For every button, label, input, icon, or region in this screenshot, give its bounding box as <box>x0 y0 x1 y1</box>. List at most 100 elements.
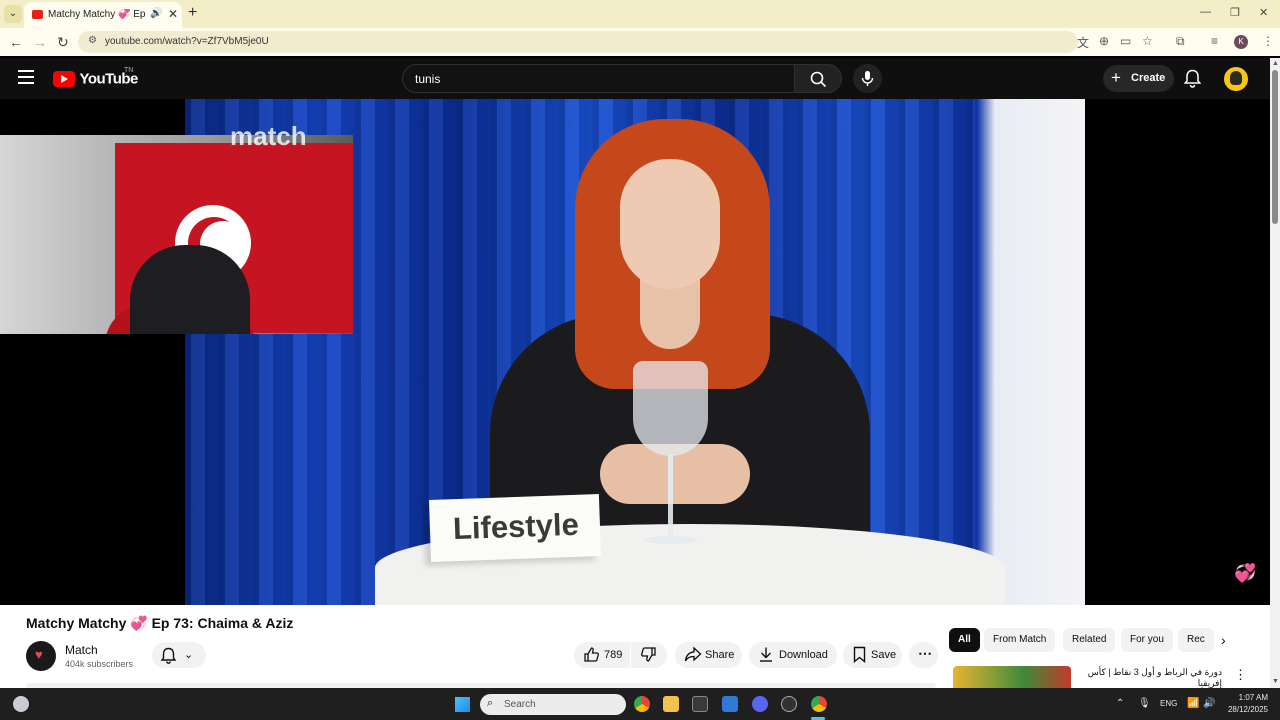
bookmark-star-icon[interactable]: ☆ <box>1142 34 1153 48</box>
like-button[interactable]: 789 <box>574 642 630 668</box>
chip-recent[interactable]: Rec <box>1178 628 1214 652</box>
plus-icon: + <box>1111 68 1121 87</box>
volume-icon[interactable]: 🔊 <box>1203 698 1215 709</box>
recommended-video-thumbnail[interactable] <box>953 666 1071 688</box>
recommended-video-title[interactable]: دورة في الرباط و أول 3 نقاط | كأس إفريقي… <box>1078 667 1222 689</box>
subscription-notifications-button[interactable]: ⌄ <box>152 642 206 668</box>
search-input-value: tunis <box>415 72 441 86</box>
taskbar-search-icon: ⌕ <box>487 697 494 709</box>
taskbar: ⌕ Search ⌃ 🎙 ENG 📶 🔊 1:07 AM 28/12/2025 <box>0 688 1280 720</box>
chip-from-match[interactable]: From Match <box>984 628 1056 652</box>
mail-app-icon[interactable] <box>722 696 738 712</box>
share-label: Share <box>705 649 735 661</box>
share-icon <box>684 646 702 662</box>
translate-icon[interactable]: 文 <box>1077 34 1089 51</box>
file-explorer-icon[interactable] <box>663 696 679 712</box>
video-info-section: Matchy Matchy 💞 Ep 73: Chaima & Aziz Mat… <box>0 605 1270 688</box>
video-person-face <box>620 159 720 289</box>
chevron-down-icon: ⌄ <box>184 649 194 661</box>
forward-icon[interactable]: → <box>33 34 47 50</box>
widgets-icon[interactable] <box>13 696 29 712</box>
thumbs-down-icon <box>641 647 656 662</box>
window-close-icon[interactable]: ✕ <box>1259 6 1268 19</box>
browser-tab[interactable]: Matchy Matchy 💞 Ep 73: C 🔊 ✕ <box>24 2 182 28</box>
create-button[interactable]: + Create <box>1103 65 1174 92</box>
clock-time[interactable]: 1:07 AM <box>1226 693 1268 702</box>
thumbs-up-icon <box>584 647 599 662</box>
zoom-icon[interactable]: ⊕ <box>1099 34 1109 48</box>
country-code: TN <box>124 67 134 74</box>
store-app-icon[interactable] <box>692 696 708 712</box>
dislike-button[interactable] <box>631 642 667 668</box>
taskbar-search[interactable]: ⌕ Search <box>480 694 626 715</box>
chip-all[interactable]: All <box>949 628 980 652</box>
channel-watermark-icon[interactable]: 💞 <box>1234 563 1256 584</box>
cast-icon[interactable]: ▭ <box>1120 34 1131 48</box>
browser-toolbar: ← → ↻ ⚙ youtube.com/watch?v=Zf7VbM5je0U … <box>0 28 1280 56</box>
extensions-icon[interactable]: ⧉ <box>1176 34 1185 49</box>
download-label: Download <box>779 649 828 661</box>
scroll-down-arrow-icon[interactable]: ▼ <box>1272 678 1279 685</box>
restore-icon[interactable]: ❐ <box>1230 6 1240 19</box>
notifications-bell-icon[interactable] <box>1184 69 1201 88</box>
show-hidden-icons-chevron-icon[interactable]: ⌃ <box>1116 698 1124 709</box>
reload-icon[interactable]: ↻ <box>57 34 69 51</box>
youtube-header: YouTube TN tunis + Create <box>0 58 1270 99</box>
clock-date[interactable]: 28/12/2025 <box>1220 705 1268 714</box>
search-input[interactable]: tunis <box>402 64 795 93</box>
taskbar-search-label: Search <box>504 699 536 710</box>
more-vertical-icon[interactable]: ⋮ <box>1234 667 1247 683</box>
more-horizontal-icon: ⋯ <box>918 645 932 661</box>
menu-icon[interactable] <box>18 70 34 88</box>
obs-app-icon[interactable] <box>781 696 797 712</box>
download-icon <box>760 647 772 662</box>
subscribed-bell-icon <box>160 647 177 664</box>
windows-start-icon[interactable] <box>455 697 470 712</box>
subscriber-count: 404k subscribers <box>65 659 134 669</box>
new-tab-icon[interactable]: + <box>188 4 197 22</box>
browser-tab-strip: ⌄ Matchy Matchy 💞 Ep 73: C 🔊 ✕ + — ❐ ✕ <box>0 0 1280 28</box>
site-info-icon[interactable]: ⚙ <box>88 35 97 46</box>
account-avatar[interactable] <box>1224 67 1248 91</box>
discord-app-icon[interactable] <box>752 696 768 712</box>
wine-glass-base <box>645 536 697 544</box>
chevron-right-icon[interactable]: › <box>1221 632 1226 648</box>
scrollbar-thumb[interactable] <box>1272 70 1278 224</box>
voice-search-button[interactable] <box>853 64 882 93</box>
chip-for-you[interactable]: For you <box>1121 628 1173 652</box>
save-button[interactable]: Save <box>843 642 902 668</box>
download-button[interactable]: Download <box>749 642 837 668</box>
scroll-up-arrow-icon[interactable]: ▲ <box>1272 60 1279 67</box>
channel-avatar[interactable] <box>26 641 56 671</box>
chip-related[interactable]: Related <box>1063 628 1116 652</box>
minimize-icon[interactable]: — <box>1200 6 1211 18</box>
back-icon[interactable]: ← <box>9 34 23 50</box>
wifi-icon[interactable]: 📶 <box>1187 698 1199 709</box>
more-actions-button[interactable]: ⋯ <box>909 642 938 668</box>
create-label: Create <box>1131 72 1166 84</box>
tab-search-chevron-icon[interactable]: ⌄ <box>4 5 22 23</box>
share-button[interactable]: Share <box>675 642 742 668</box>
chrome-app-icon[interactable] <box>634 696 650 712</box>
language-indicator[interactable]: ENG <box>1160 699 1177 708</box>
video-player[interactable]: Lifestyle match 💞 <box>0 99 1270 605</box>
page-scrollbar[interactable]: ▲ ▼ <box>1270 58 1280 688</box>
browser-menu-icon[interactable]: ⋮ <box>1262 34 1274 48</box>
tab-close-icon[interactable]: ✕ <box>168 7 178 21</box>
video-person-neck <box>640 279 700 349</box>
profile-avatar[interactable]: K <box>1234 35 1248 49</box>
microphone-tray-icon[interactable]: 🎙 <box>1138 698 1151 709</box>
reading-list-icon[interactable]: ≡ <box>1211 34 1218 48</box>
audio-playing-icon[interactable]: 🔊 <box>150 8 162 19</box>
youtube-favicon-icon <box>32 10 43 19</box>
youtube-play-logo-icon <box>53 70 75 87</box>
search-button[interactable] <box>794 64 842 93</box>
tab-title: Matchy Matchy 💞 Ep 73: C <box>48 9 148 20</box>
chrome-active-app-icon[interactable] <box>811 696 827 712</box>
webcam-overlay <box>0 135 353 334</box>
channel-name[interactable]: Match <box>65 643 98 657</box>
microphone-icon <box>861 71 874 86</box>
streamer <box>130 245 250 334</box>
address-bar[interactable]: ⚙ youtube.com/watch?v=Zf7VbM5je0U <box>78 31 1078 53</box>
like-count: 789 <box>604 649 623 661</box>
